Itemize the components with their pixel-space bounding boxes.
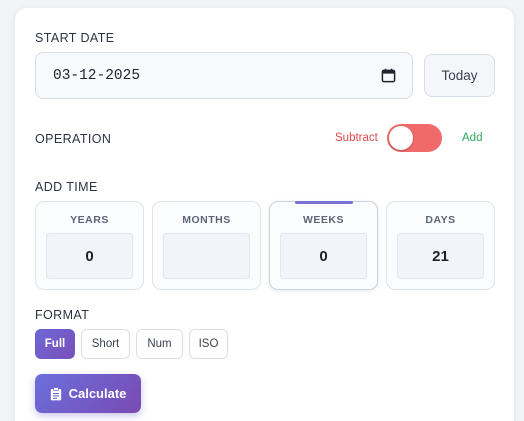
weeks-label: WEEKS bbox=[302, 214, 344, 226]
years-card: YEARS 0 bbox=[35, 201, 144, 290]
operation-label: OPERATION bbox=[35, 132, 112, 146]
calculate-button[interactable]: Calculate bbox=[35, 374, 141, 413]
days-input[interactable]: 21 bbox=[397, 233, 484, 279]
years-input[interactable]: 0 bbox=[46, 233, 133, 279]
add-label[interactable]: Add bbox=[462, 132, 482, 144]
months-input[interactable] bbox=[163, 233, 250, 279]
today-button[interactable]: Today bbox=[424, 54, 495, 97]
start-date-value: 03-12-2025 bbox=[53, 67, 141, 84]
weeks-card: WEEKS 0 bbox=[269, 201, 378, 290]
add-time-label: ADD TIME bbox=[35, 180, 98, 194]
weeks-input[interactable]: 0 bbox=[280, 233, 367, 279]
operation-toggle[interactable] bbox=[387, 124, 442, 152]
format-num-button[interactable]: Num bbox=[136, 329, 183, 359]
months-label: MONTHS bbox=[182, 214, 231, 226]
time-units: YEARS 0 MONTHS WEEKS 0 DAYS 21 bbox=[35, 201, 495, 291]
days-label: DAYS bbox=[425, 214, 456, 226]
focus-indicator bbox=[295, 201, 353, 204]
start-date-input[interactable]: 03-12-2025 bbox=[35, 52, 413, 99]
calculate-label: Calculate bbox=[68, 386, 127, 401]
format-iso-button[interactable]: ISO bbox=[189, 329, 228, 359]
days-card: DAYS 21 bbox=[386, 201, 495, 290]
format-label: FORMAT bbox=[35, 308, 90, 322]
start-date-label: START DATE bbox=[35, 31, 115, 45]
format-short-button[interactable]: Short bbox=[81, 329, 130, 359]
date-calculator-card: START DATE 03-12-2025 Today OPERATION Su… bbox=[15, 8, 514, 421]
toggle-knob bbox=[389, 126, 413, 150]
subtract-label[interactable]: Subtract bbox=[335, 132, 378, 144]
calendar-icon[interactable] bbox=[381, 68, 396, 83]
clipboard-icon bbox=[50, 386, 61, 400]
operation-row: OPERATION Subtract Add bbox=[35, 124, 495, 154]
format-full-button[interactable]: Full bbox=[35, 329, 75, 359]
months-card: MONTHS bbox=[152, 201, 261, 290]
years-label: YEARS bbox=[70, 214, 109, 226]
